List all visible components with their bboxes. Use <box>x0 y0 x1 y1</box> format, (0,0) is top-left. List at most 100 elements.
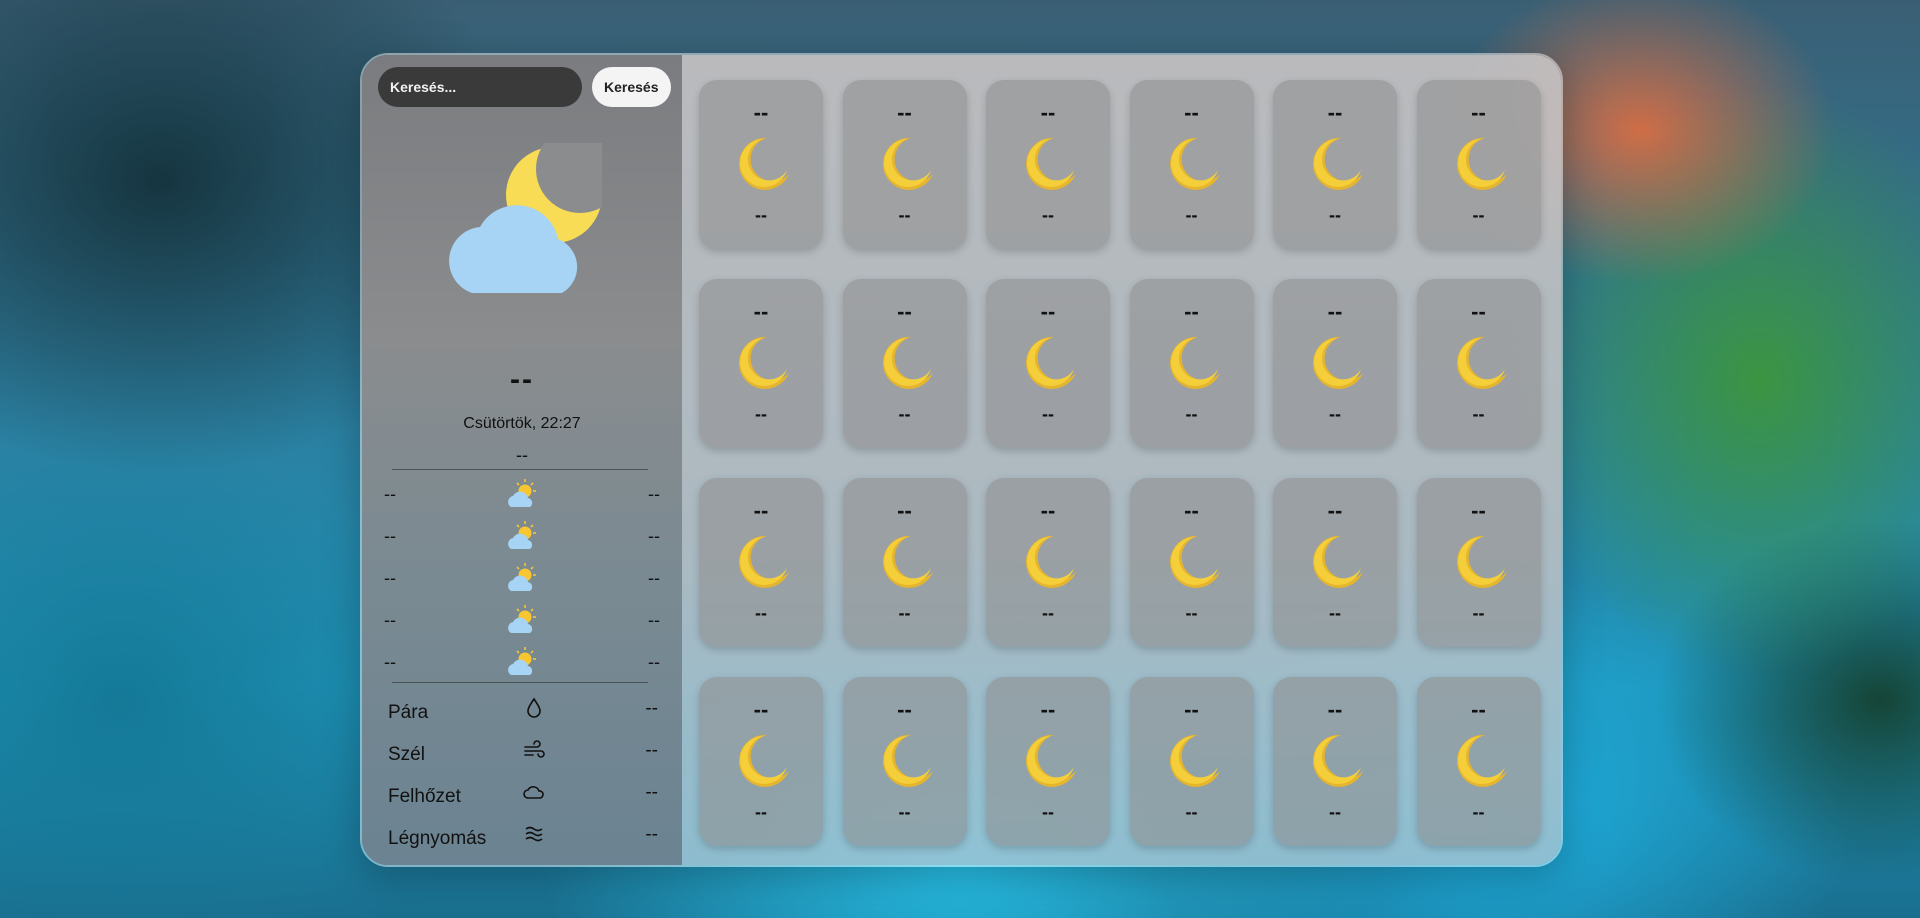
hourly-temp: -- <box>898 205 911 225</box>
hourly-temp: -- <box>1472 205 1485 225</box>
detail-label: Felhőzet <box>388 786 461 807</box>
moon-icon <box>1169 535 1220 588</box>
hourly-temp: -- <box>1185 205 1198 225</box>
hourly-temp: -- <box>1185 802 1198 822</box>
hourly-time: -- <box>1327 697 1343 722</box>
moon-icon <box>739 535 789 588</box>
hourly-temp: -- <box>1042 205 1054 225</box>
sun-cloud-icon <box>508 479 536 507</box>
detail-value: -- <box>645 782 658 803</box>
hourly-time: -- <box>897 697 912 722</box>
forecast-row: -- -- <box>384 515 660 557</box>
hourly-time: -- <box>1184 299 1199 324</box>
hourly-tile: -- -- <box>1273 478 1397 647</box>
forecast-row: -- -- <box>384 599 660 641</box>
hourly-tile: -- -- <box>842 279 967 448</box>
moon-icon <box>1026 336 1076 389</box>
hourly-time: -- <box>1040 299 1056 324</box>
detail-label: Légnyomás <box>388 828 487 849</box>
divider <box>392 469 648 470</box>
hourly-tile: -- -- <box>1273 279 1397 448</box>
detail-value: -- <box>645 740 658 761</box>
hourly-time: -- <box>897 100 912 125</box>
pressure-icon <box>525 826 543 842</box>
search-button[interactable]: Keresés <box>592 67 671 107</box>
hourly-forecast-panel: -- -- -- -- -- -- -- -- -- -- -- -- -- -- -- -- -- -- -- --… <box>682 55 1561 865</box>
hourly-time: -- <box>1040 498 1056 523</box>
moon-icon <box>1026 137 1076 190</box>
moon-icon <box>1026 734 1076 787</box>
moon-icon <box>882 535 933 588</box>
divider <box>392 682 648 683</box>
hourly-time: -- <box>1471 299 1486 324</box>
hourly-temp: -- <box>1472 603 1485 623</box>
hourly-time: -- <box>1184 100 1199 125</box>
hourly-temp: -- <box>755 205 767 225</box>
hourly-tile: -- -- <box>1416 478 1541 647</box>
forecast-value: -- <box>648 483 660 504</box>
forecast-day: -- <box>384 525 396 546</box>
hourly-temp: -- <box>1042 404 1054 424</box>
sun-cloud-icon <box>508 521 536 549</box>
moon-icon <box>1169 734 1220 787</box>
forecast-value: -- <box>648 567 660 588</box>
forecast-day: -- <box>384 651 396 672</box>
current-weather-panel: Keresés -- Csütörtök, 22:27 -- -- -- -- <box>362 55 682 865</box>
forecast-day: -- <box>384 609 396 630</box>
cloud-icon <box>523 786 544 799</box>
droplet-icon <box>527 697 541 718</box>
forecast-day: -- <box>384 483 396 504</box>
hourly-tile: -- -- <box>1129 279 1254 448</box>
hourly-tile: -- -- <box>1273 80 1397 249</box>
hourly-time: -- <box>897 299 912 324</box>
hourly-temp: -- <box>898 802 911 822</box>
hourly-temp: -- <box>1329 802 1341 822</box>
current-description: -- <box>516 445 528 465</box>
hourly-time: -- <box>1471 100 1486 125</box>
moon-icon <box>1313 734 1363 787</box>
hourly-time: -- <box>753 299 769 324</box>
hourly-temp: -- <box>755 802 767 822</box>
forecast-row: -- -- <box>384 641 660 683</box>
hourly-time: -- <box>1040 697 1056 722</box>
hourly-temp: -- <box>1329 205 1341 225</box>
forecast-day: -- <box>384 567 396 588</box>
moon-icon <box>882 137 933 190</box>
hourly-tile: -- -- <box>842 478 967 647</box>
hourly-temp: -- <box>755 404 767 424</box>
search-input[interactable] <box>378 67 582 107</box>
hourly-tile: -- -- <box>986 677 1110 846</box>
hourly-tile: -- -- <box>1416 677 1541 846</box>
daily-forecast-list: -- -- -- -- -- -- -- -- -- -- <box>384 473 660 683</box>
hourly-tile: -- -- <box>1129 80 1254 249</box>
hourly-temp: -- <box>1472 404 1485 424</box>
hourly-temp: -- <box>1472 802 1485 822</box>
detail-row-pressure: Légnyomás -- <box>388 818 658 860</box>
moon-icon <box>1456 734 1507 787</box>
hourly-tile: -- -- <box>986 279 1110 448</box>
hourly-tile: -- -- <box>1129 677 1254 846</box>
current-datetime: Csütörtök, 22:27 <box>463 415 581 432</box>
hourly-tile: -- -- <box>986 80 1110 249</box>
weather-card: Keresés -- Csütörtök, 22:27 -- -- -- -- <box>360 53 1563 867</box>
hourly-forecast-grid: -- -- -- -- -- -- -- -- -- -- -- -- -- -- -- -- -- -- -- --… <box>699 80 1541 846</box>
hourly-tile: -- -- <box>986 478 1110 647</box>
detail-row-humidity: Pára -- <box>388 692 658 734</box>
hourly-time: -- <box>753 100 769 125</box>
moon-icon <box>739 336 789 389</box>
hourly-time: -- <box>753 697 769 722</box>
hourly-tile: -- -- <box>699 677 823 846</box>
forecast-value: -- <box>648 525 660 546</box>
moon-cloud-icon <box>449 143 602 293</box>
hourly-temp: -- <box>1329 603 1341 623</box>
moon-icon <box>739 137 789 190</box>
sun-cloud-icon <box>508 605 536 633</box>
hourly-time: -- <box>1327 100 1343 125</box>
hourly-temp: -- <box>1042 802 1054 822</box>
hourly-temp: -- <box>1042 603 1054 623</box>
hourly-time: -- <box>1471 498 1486 523</box>
moon-icon <box>882 734 933 787</box>
hourly-temp: -- <box>755 603 767 623</box>
detail-label: Szél <box>388 744 425 765</box>
search-bar: Keresés <box>378 67 671 107</box>
